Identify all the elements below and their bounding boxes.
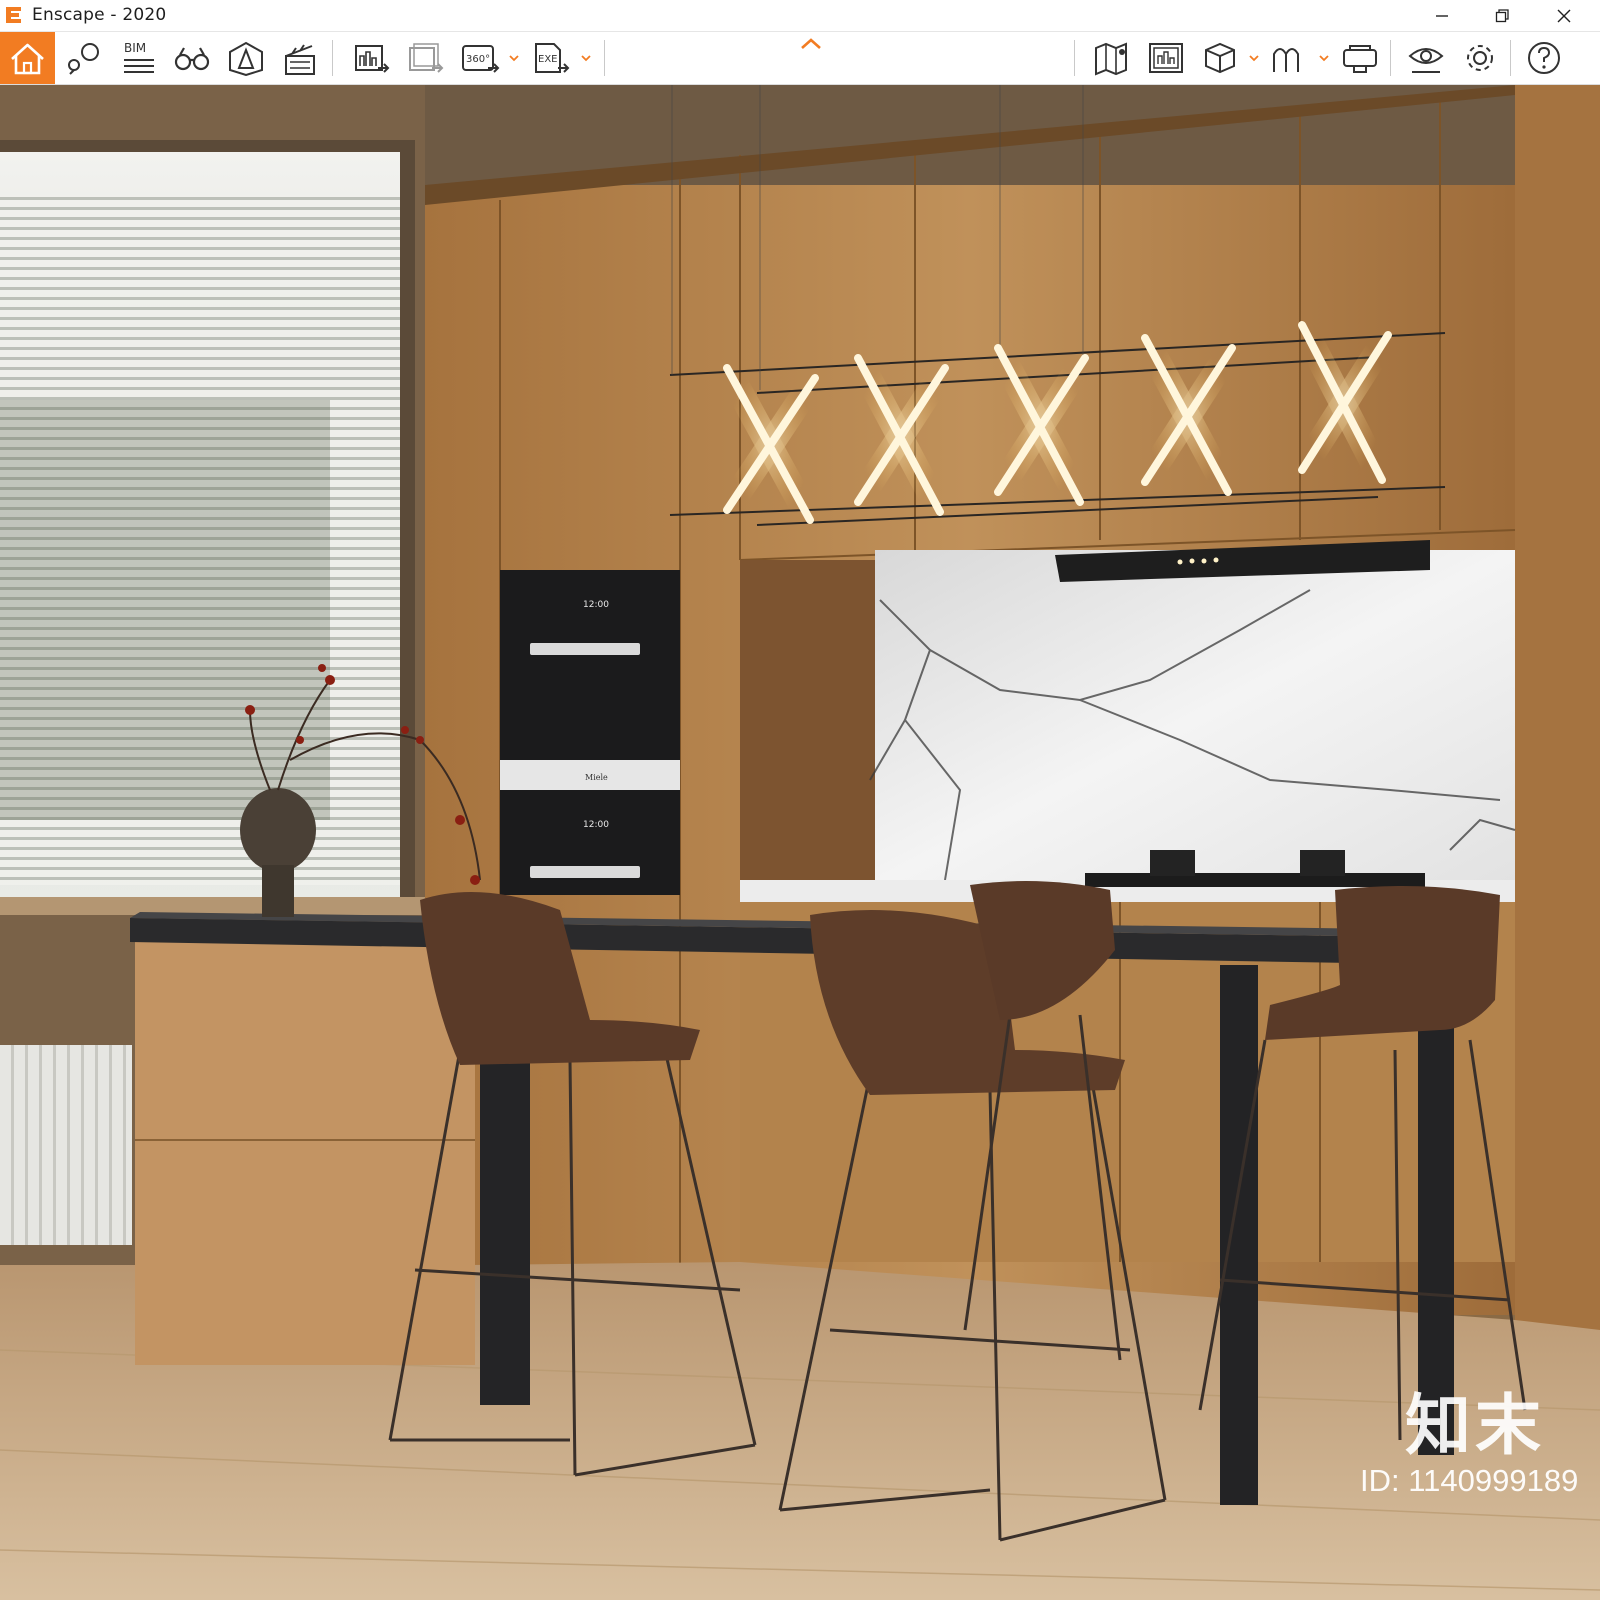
toolbar-separator [1510, 40, 1511, 76]
oven-clock-top: 12:00 [583, 600, 609, 610]
asset-library-button[interactable] [222, 38, 266, 78]
oven-clock-bottom: 12:00 [583, 820, 609, 830]
bim-icon: BIM [124, 41, 154, 73]
view-management-icon [68, 43, 99, 75]
home-button[interactable] [0, 32, 55, 84]
cooktop [1085, 873, 1425, 887]
cube-dropdown-chevron-icon[interactable] [1248, 52, 1260, 64]
standalone-exe-icon: EXE [535, 43, 570, 73]
decor-vase [240, 788, 316, 872]
help-button[interactable] [1520, 38, 1564, 78]
map-icon [1095, 42, 1127, 76]
enscape-logo-icon [6, 7, 21, 23]
bim-button[interactable]: BIM [114, 38, 158, 78]
map-button[interactable] [1088, 38, 1132, 78]
panorama-360-button[interactable]: 360° [456, 38, 500, 78]
asset-library-icon [229, 41, 263, 76]
panorama-360-icon: 360° [462, 45, 500, 73]
binoculars-icon [174, 47, 210, 71]
batch-render-icon [409, 43, 444, 73]
close-button[interactable] [1536, 0, 1592, 31]
minimize-button[interactable] [1414, 0, 1470, 31]
watermark-logo: 知末 [1405, 1387, 1545, 1464]
vr-headset-button[interactable] [1336, 38, 1380, 78]
toolbar-separator [1074, 40, 1075, 76]
minimap-icon [1149, 43, 1183, 73]
home-icon [11, 43, 44, 75]
visual-settings-icon [1408, 48, 1444, 73]
restore-icon [1495, 9, 1509, 23]
window-title-bar: Enscape - 2020 [0, 0, 1600, 32]
visual-settings-button[interactable] [1402, 38, 1446, 78]
view-management-button[interactable] [60, 38, 104, 78]
toolbar-separator [1390, 40, 1391, 76]
batch-render-button[interactable] [402, 38, 446, 78]
oven-stack [500, 570, 680, 895]
exe-dropdown-chevron-icon[interactable] [580, 52, 592, 64]
toolbar-separator [332, 40, 333, 76]
sun-shadow-icon [1273, 48, 1299, 72]
help-icon [1528, 42, 1560, 74]
sun-shadow-button[interactable] [1266, 38, 1310, 78]
collapse-toolbar-chevron-icon[interactable] [799, 36, 823, 50]
toolbar-separator [604, 40, 605, 76]
kitchen-island [135, 935, 475, 1365]
standalone-exe-label: EXE [538, 54, 558, 65]
video-editor-button[interactable] [276, 38, 320, 78]
close-icon [1557, 9, 1571, 23]
binoculars-button[interactable] [168, 38, 212, 78]
radiator [0, 1045, 132, 1245]
panorama-dropdown-chevron-icon[interactable] [508, 52, 520, 64]
cube-view-icon [1205, 42, 1235, 74]
standalone-exe-button[interactable]: EXE [528, 38, 572, 78]
render-viewport[interactable]: 12:00 12:00 Miele [0, 85, 1600, 1600]
minimize-icon [1436, 15, 1448, 17]
bim-label: BIM [124, 41, 146, 55]
vr-headset-icon [1343, 45, 1377, 73]
oven-brand-label: Miele [585, 773, 608, 782]
minimap-button[interactable] [1142, 38, 1186, 78]
settings-button[interactable] [1456, 38, 1500, 78]
render-image-button[interactable] [348, 38, 392, 78]
cube-view-button[interactable] [1196, 38, 1240, 78]
watermark-id: ID: 1140999189 [1360, 1463, 1579, 1498]
panorama-360-label: 360° [466, 54, 490, 65]
settings-gear-icon [1467, 45, 1493, 71]
video-editor-icon [285, 44, 315, 75]
kitchen-render-scene: 12:00 12:00 Miele [0, 85, 1600, 1600]
render-image-icon [355, 45, 390, 73]
window-title: Enscape - 2020 [32, 5, 167, 25]
marble-backsplash [875, 550, 1515, 885]
restore-button[interactable] [1474, 0, 1530, 31]
sun-shadow-dropdown-chevron-icon[interactable] [1318, 52, 1330, 64]
